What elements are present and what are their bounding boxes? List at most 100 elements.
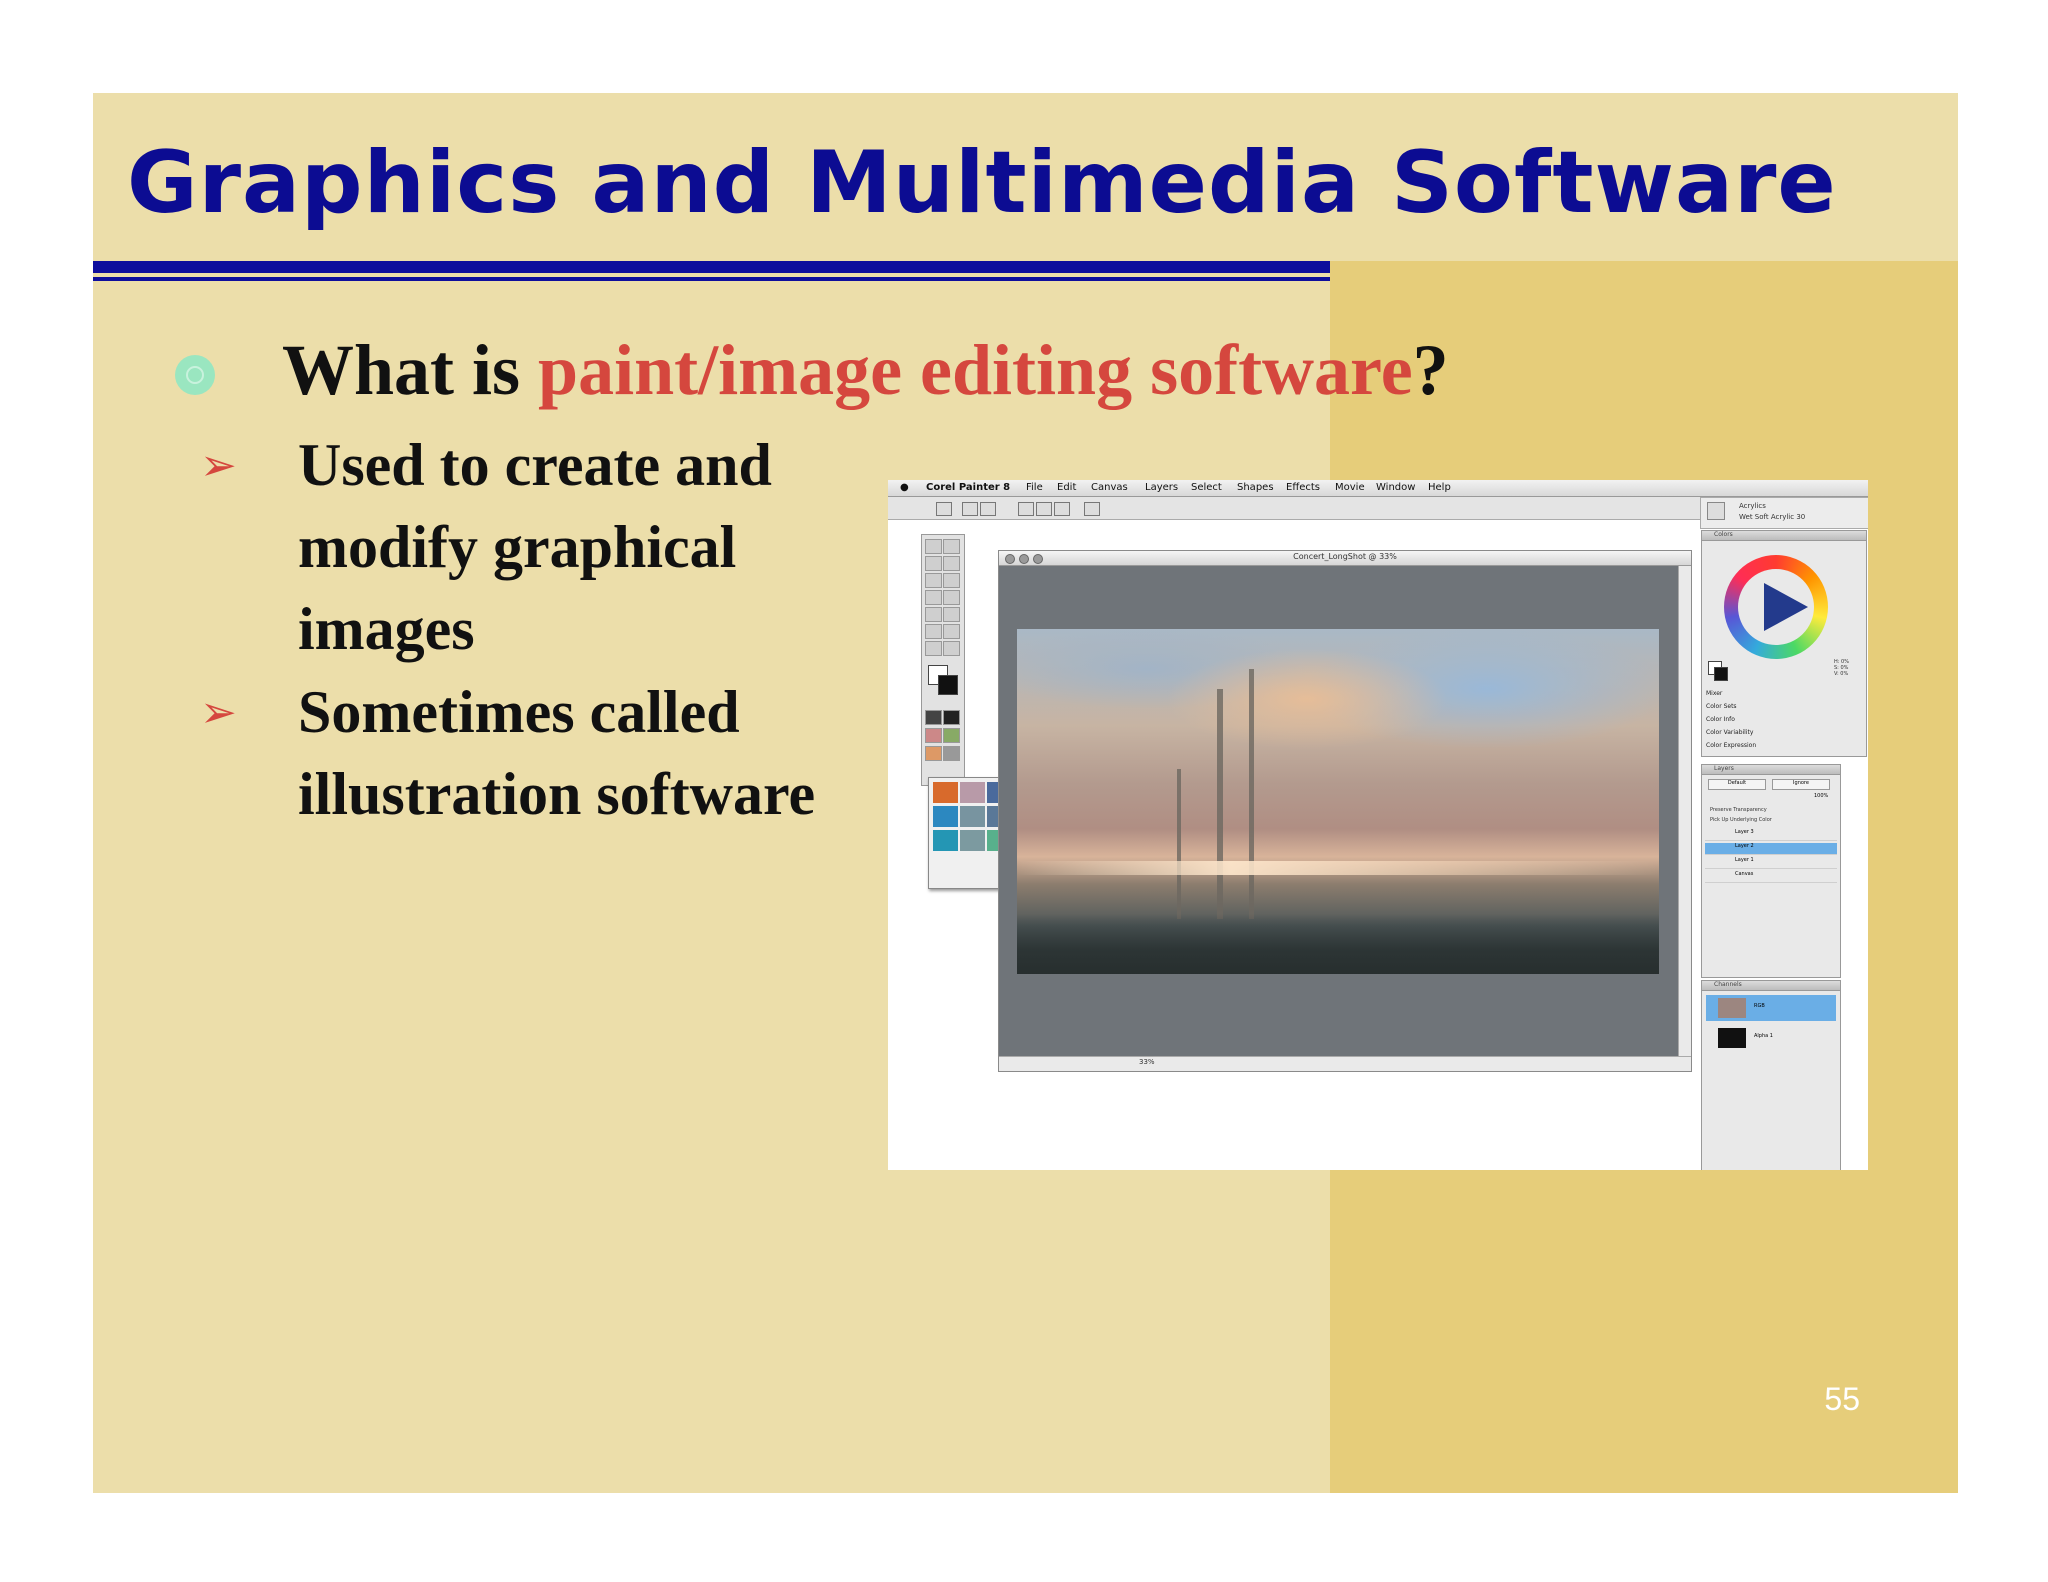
brush-tool-icon	[925, 539, 942, 554]
paper-swatch	[960, 782, 985, 803]
slide-title: Graphics and Multimedia Software	[127, 133, 1837, 233]
arrow-bullet-icon: ➢	[200, 440, 237, 491]
pen-icon	[925, 590, 942, 605]
painting-tower	[1249, 669, 1254, 919]
document-title: Concert_LongShot @ 33%	[1293, 552, 1397, 561]
brush-variant: Wet Soft Acrylic 30	[1739, 513, 1806, 521]
page-number: 55	[1824, 1381, 1860, 1417]
transform-icon	[943, 573, 960, 588]
painting-crowd	[1017, 914, 1659, 974]
channel-thumbnail	[1718, 1028, 1746, 1048]
document-window: Concert_LongShot @ 33% 33%	[998, 550, 1692, 1072]
channels-panel-header: Channels	[1702, 981, 1840, 991]
tool-option-icon	[962, 502, 978, 516]
channel-thumbnail	[1718, 998, 1746, 1018]
menu-window: Window	[1376, 482, 1416, 493]
title-rule-thin	[93, 277, 1330, 281]
pattern-selector-icon	[925, 728, 942, 743]
layer-options: Preserve Transparency Pick Up Underlying…	[1710, 805, 1772, 825]
layer-row: Layer 1	[1705, 857, 1837, 869]
channels-panel: Channels RGB Alpha 1	[1701, 980, 1841, 1170]
slide: Graphics and Multimedia Software What is…	[93, 93, 1958, 1493]
brush-category: Acrylics	[1739, 502, 1766, 510]
color-triangle	[1764, 583, 1808, 631]
menu-layers: Layers	[1145, 482, 1179, 493]
rectangle-select-icon	[925, 556, 942, 571]
question-highlight: paint/image editing software	[538, 330, 1413, 410]
composite-method-select: Default	[1708, 779, 1766, 790]
channel-row-selected: RGB	[1706, 995, 1836, 1021]
depth-method-select: Ignore	[1772, 779, 1830, 790]
vertical-scrollbar	[1678, 566, 1691, 1056]
channel-name: Alpha 1	[1754, 1033, 1773, 1039]
question-heading: What is paint/image editing software?	[282, 329, 1449, 412]
text-icon	[925, 607, 942, 622]
painting-tower	[1177, 769, 1181, 919]
paper-swatch	[933, 782, 958, 803]
color-sections: Mixer Color Sets Color Info Color Variab…	[1706, 687, 1756, 752]
arrow-bullet-icon: ➢	[200, 687, 237, 738]
hsv-readout: H: 0% S: 0% V: 0%	[1834, 659, 1849, 677]
layer-row-selected: Layer 2	[1705, 843, 1837, 855]
grabber-icon	[943, 641, 960, 656]
nozzle-selector-icon	[943, 746, 960, 761]
menu-app-name: Corel Painter 8	[926, 482, 1011, 493]
tool-option-icon	[936, 502, 952, 516]
option-pick-up-color: Pick Up Underlying Color	[1710, 817, 1772, 823]
menu-effects: Effects	[1286, 482, 1320, 493]
tool-option-icon	[1054, 502, 1070, 516]
paper-swatch	[960, 806, 985, 827]
color-wheel-center	[1738, 569, 1814, 645]
layer-adjuster-icon	[943, 539, 960, 554]
paper-selector-icon	[925, 710, 942, 725]
crop-icon	[925, 573, 942, 588]
toolbox	[921, 534, 965, 786]
zoom-readout: 33%	[1139, 1058, 1155, 1066]
colors-panel-header: Colors	[1702, 531, 1866, 541]
concert-painting	[1017, 629, 1659, 974]
bullet-used-to-create: Used to create and modify graphical imag…	[298, 432, 772, 662]
paper-swatch	[933, 806, 958, 827]
hsv-v: V: 0%	[1834, 671, 1849, 677]
colors-panel: Colors H: 0% S: 0% V: 0% Mixer Color Set…	[1701, 530, 1867, 757]
look-selector-icon	[925, 746, 942, 761]
apple-icon: ●	[900, 482, 909, 493]
menu-help: Help	[1428, 482, 1451, 493]
paper-swatch	[933, 830, 958, 851]
channel-row: Alpha 1	[1706, 1025, 1836, 1051]
color-wheel	[1724, 555, 1828, 659]
layers-panel-header: Layers	[1702, 765, 1840, 775]
circle-bullet-icon	[175, 355, 215, 395]
magic-wand-icon	[943, 556, 960, 571]
section-color-expression: Color Expression	[1706, 742, 1757, 749]
title-rule	[93, 261, 1330, 273]
question-suffix: ?	[1412, 330, 1449, 410]
channel-name: RGB	[1754, 1003, 1765, 1009]
horizontal-scrollbar: 33%	[999, 1056, 1691, 1071]
weave-selector-icon	[943, 728, 960, 743]
shape-icon	[943, 590, 960, 605]
layers-panel: Layers Default Ignore 100% Preserve Tran…	[1701, 764, 1841, 978]
brush-icon	[1707, 502, 1725, 520]
main-color-swatch	[938, 675, 958, 695]
opacity-value: 100%	[1814, 793, 1829, 799]
option-preserve-transparency: Preserve Transparency	[1710, 807, 1767, 813]
document-titlebar: Concert_LongShot @ 33%	[999, 551, 1691, 566]
gradient-selector-icon	[943, 710, 960, 725]
paint-bucket-icon	[943, 624, 960, 639]
brush-selector: Acrylics Wet Soft Acrylic 30	[1700, 497, 1868, 529]
layer-row: Layer 3	[1705, 829, 1837, 841]
property-bar	[888, 497, 1700, 520]
painting-tower	[1217, 689, 1223, 919]
bullet-sometimes-called: Sometimes called illustration software	[298, 679, 816, 827]
dropper-icon	[925, 624, 942, 639]
section-color-variability: Color Variability	[1706, 729, 1754, 736]
menu-canvas: Canvas	[1091, 482, 1128, 493]
tool-option-icon	[980, 502, 996, 516]
menu-movie: Movie	[1335, 482, 1365, 493]
main-color-swatch	[1714, 667, 1728, 681]
colors-panel-title: Colors	[1714, 531, 1733, 538]
section-color-info: Color Info	[1706, 716, 1735, 723]
menu-file: File	[1026, 482, 1043, 493]
layer-row: Canvas	[1705, 871, 1837, 883]
